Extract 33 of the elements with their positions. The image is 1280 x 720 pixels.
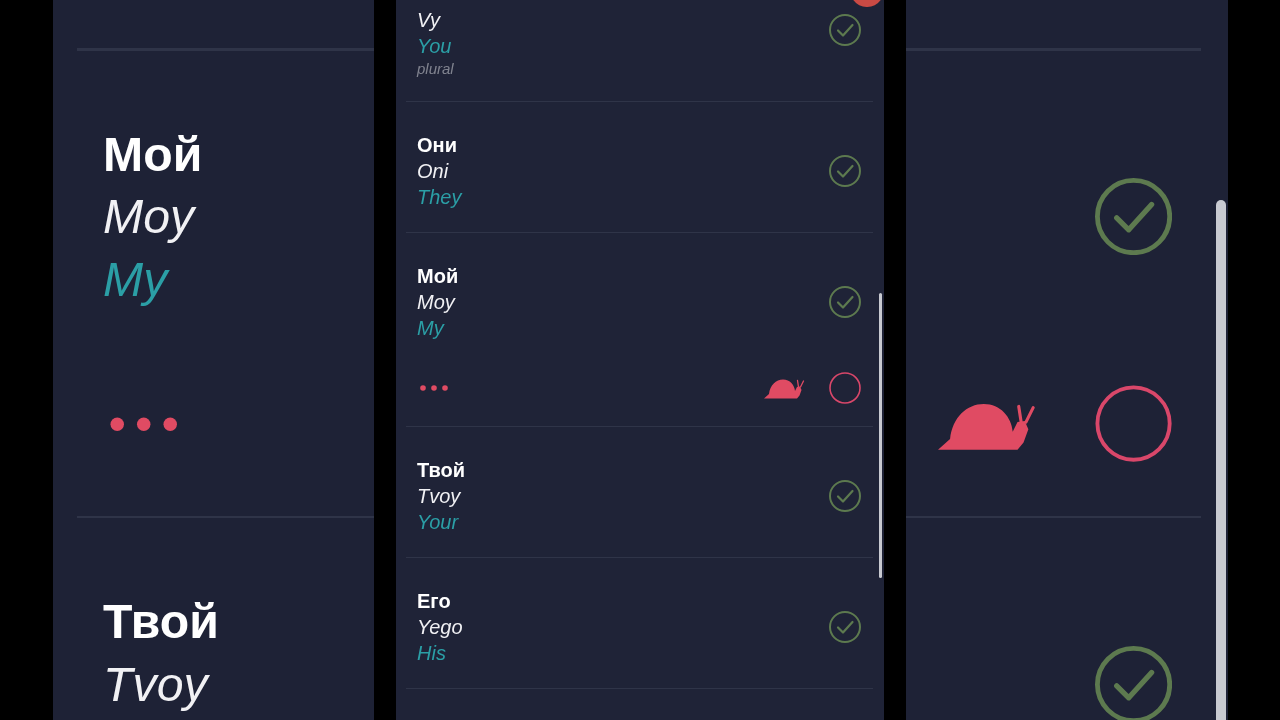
scrollbar[interactable]	[879, 293, 882, 578]
word-text: Его	[417, 589, 451, 614]
word-text: Они	[417, 133, 457, 158]
check-circle-icon[interactable]	[829, 155, 861, 187]
translation-text: You	[417, 34, 452, 59]
translation-text: His	[417, 641, 446, 666]
translation-text: My	[103, 251, 168, 309]
ring-icon[interactable]	[829, 372, 861, 404]
check-circle-icon[interactable]	[1094, 178, 1173, 256]
check-circle-icon[interactable]	[829, 611, 861, 643]
word-text: Твой	[103, 593, 219, 651]
word-text: Твой	[417, 458, 465, 483]
snail-icon[interactable]	[764, 377, 805, 399]
transliteration-text: Moy	[103, 188, 195, 246]
word-text: Мой	[417, 264, 459, 289]
check-circle-icon[interactable]	[829, 14, 861, 46]
check-circle-icon[interactable]	[829, 286, 861, 318]
dots-icon[interactable]	[420, 385, 448, 391]
translation-text: Your	[417, 510, 459, 535]
translation-text: My	[417, 316, 444, 341]
ring-icon[interactable]	[1094, 385, 1173, 463]
transliteration-text: Yego	[417, 615, 463, 640]
dots-icon[interactable]	[110, 416, 178, 432]
transliteration-text: Oni	[417, 159, 449, 184]
transliteration-text: Tvoy	[103, 656, 208, 714]
check-circle-icon[interactable]	[829, 480, 861, 512]
transliteration-text: Vy	[417, 8, 440, 33]
word-text: Мой	[103, 125, 203, 183]
scrollbar[interactable]	[1215, 200, 1226, 720]
translation-text: They	[417, 185, 462, 210]
transliteration-text: Moy	[417, 290, 455, 315]
transliteration-text: Tvoy	[417, 484, 461, 509]
note-text: plural	[417, 59, 454, 79]
